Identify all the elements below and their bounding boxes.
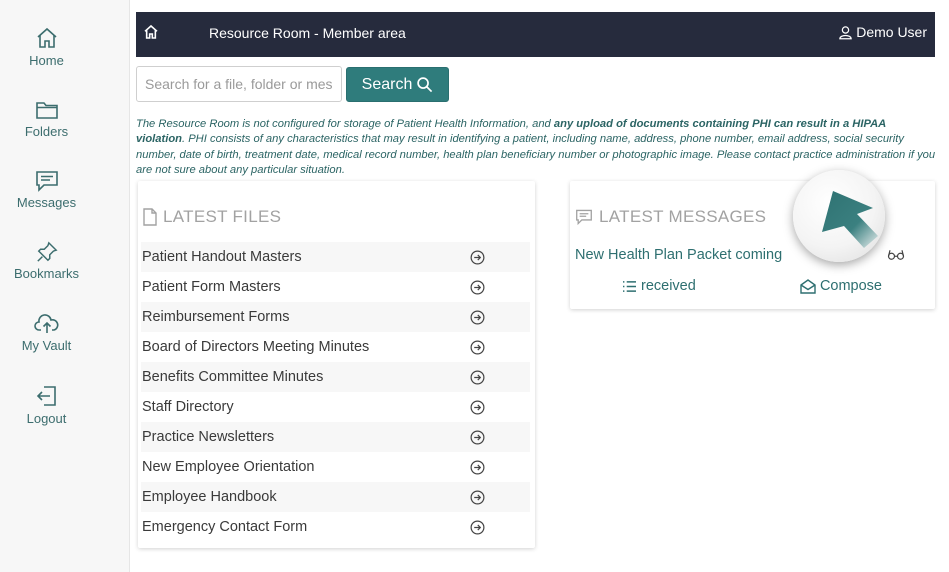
received-link[interactable]: received	[622, 278, 696, 294]
arrow-badge	[793, 170, 885, 262]
arrow-circle-right-icon[interactable]	[470, 460, 485, 475]
message-icon	[576, 209, 592, 225]
topbar-home-icon[interactable]	[143, 24, 159, 45]
sidebar-item-folders[interactable]: Folders	[0, 99, 93, 139]
sidebar-item-my-vault[interactable]: My Vault	[0, 313, 93, 353]
arrow-circle-right-icon[interactable]	[470, 310, 485, 325]
arrow-circle-right-icon[interactable]	[470, 490, 485, 505]
sidebar-item-logout[interactable]: Logout	[0, 384, 93, 426]
file-row[interactable]: Practice Newsletters	[141, 422, 530, 452]
sidebar-item-label: Bookmarks	[13, 266, 80, 281]
file-row[interactable]: Staff Directory	[141, 392, 530, 422]
message-icon	[35, 171, 58, 192]
file-row[interactable]: Emergency Contact Form	[141, 512, 530, 542]
sidebar-item-label: Messages	[16, 195, 77, 210]
home-icon	[36, 27, 57, 48]
list-icon	[623, 280, 636, 292]
file-row[interactable]: Benefits Committee Minutes	[141, 362, 530, 392]
folder-icon	[35, 102, 58, 119]
file-list: Patient Handout Masters Patient Form Mas…	[141, 242, 530, 542]
cloud-upload-icon	[33, 314, 58, 333]
file-row[interactable]: Patient Form Masters	[141, 272, 530, 302]
search-icon	[417, 77, 433, 93]
search-button-label: Search	[361, 75, 413, 93]
page-title: Resource Room - Member area	[209, 25, 406, 41]
file-row[interactable]: New Employee Orientation	[141, 452, 530, 482]
arrow-up-left-icon	[822, 191, 878, 248]
file-row[interactable]: Board of Directors Meeting Minutes	[141, 332, 530, 362]
pin-icon	[36, 241, 58, 262]
arrow-circle-right-icon[interactable]	[470, 280, 485, 295]
file-icon	[143, 208, 157, 226]
arrow-circle-right-icon[interactable]	[470, 520, 485, 535]
sidebar-item-label: Logout	[26, 411, 67, 426]
sidebar-item-label: Home	[29, 53, 64, 68]
sidebar-item-label: Folders	[24, 124, 69, 139]
arrow-circle-right-icon[interactable]	[470, 250, 485, 265]
file-row[interactable]: Reimbursement Forms	[141, 302, 530, 332]
latest-files-panel: LATEST FILES Patient Handout Masters Pat…	[138, 181, 535, 548]
arrow-circle-right-icon[interactable]	[470, 430, 485, 445]
phi-notice: The Resource Room is not configured for …	[136, 118, 936, 176]
search-input[interactable]	[136, 66, 342, 102]
arrow-circle-right-icon[interactable]	[470, 370, 485, 385]
sidebar-item-bookmarks[interactable]: Bookmarks	[0, 241, 93, 281]
sidebar-item-label: My Vault	[21, 338, 72, 353]
top-bar: Resource Room - Member area Demo User	[136, 12, 935, 57]
file-row[interactable]: Patient Handout Masters	[141, 242, 530, 272]
compose-button[interactable]: Compose	[800, 278, 882, 294]
sidebar-item-messages[interactable]: Messages	[0, 170, 93, 210]
sidebar-item-home[interactable]: Home	[0, 26, 93, 68]
arrow-circle-right-icon[interactable]	[470, 340, 485, 355]
file-row[interactable]: Employee Handbook	[141, 482, 530, 512]
user-menu[interactable]: Demo User	[838, 24, 927, 40]
latest-files-heading: LATEST FILES	[143, 207, 281, 227]
user-icon	[839, 25, 852, 39]
message-actions: received Compose	[622, 278, 882, 294]
user-name: Demo User	[856, 24, 927, 40]
arrow-circle-right-icon[interactable]	[470, 400, 485, 415]
sidebar: Home Folders Messages Bookmarks My Vault…	[0, 0, 130, 572]
search-button[interactable]: Search	[346, 67, 449, 102]
envelope-open-icon	[800, 278, 816, 294]
logout-icon	[36, 386, 56, 406]
glasses-icon[interactable]	[887, 247, 905, 266]
latest-messages-heading: LATEST MESSAGES	[575, 207, 766, 227]
